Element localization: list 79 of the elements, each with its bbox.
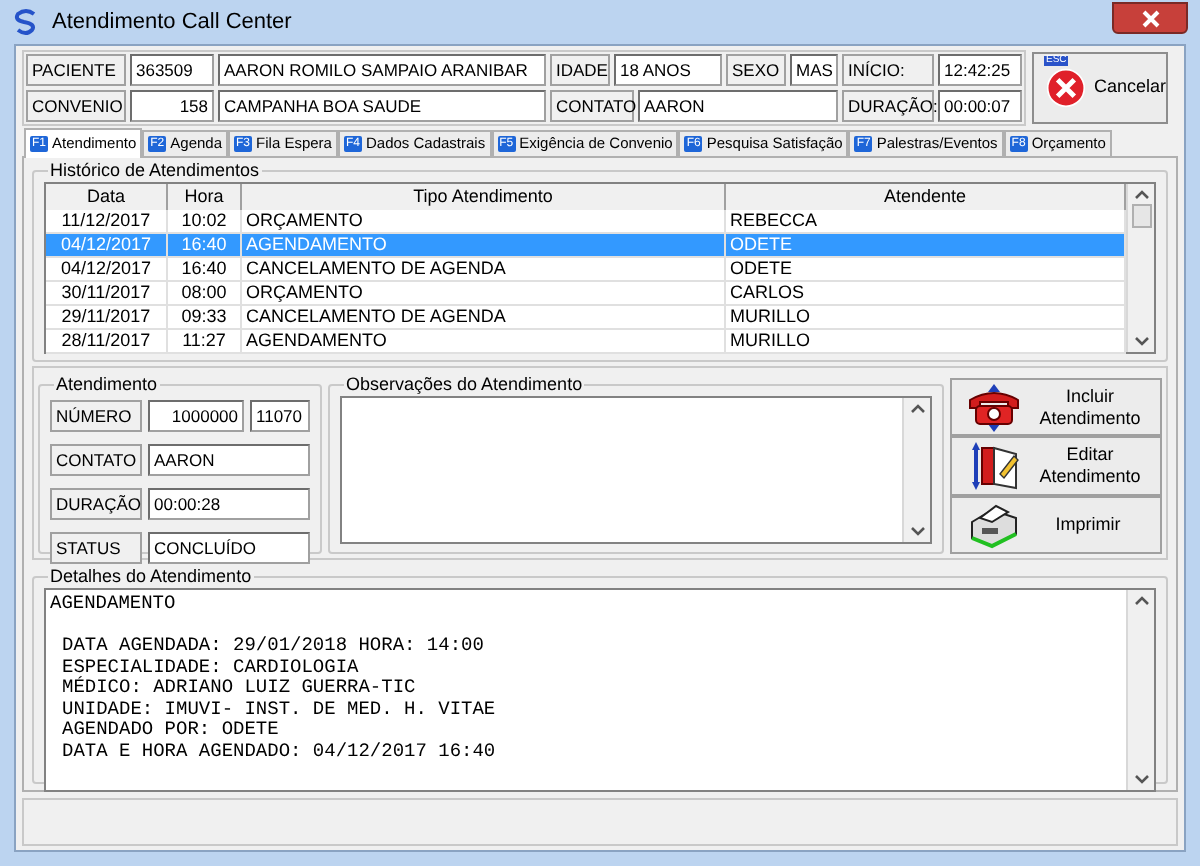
scroll-thumb[interactable] <box>1131 204 1151 228</box>
field-label: CONTATO <box>550 90 634 122</box>
field-value[interactable]: AARON ROMILO SAMPAIO ARANIBAR <box>218 54 546 86</box>
table-cell: 16:40 <box>168 234 242 258</box>
details-line: UNIDADE: IMUVI- INST. DE MED. H. VITAE <box>62 699 498 720</box>
group-title: Detalhes do Atendimento <box>48 564 254 588</box>
table-cell: AGENDAMENTO <box>242 234 726 258</box>
telephone-icon <box>964 381 1024 433</box>
action-button[interactable]: Editar Atendimento <box>950 436 1162 496</box>
table-cell: 16:40 <box>168 258 242 282</box>
table-row[interactable]: 04/12/2017 16:40 CANCELAMENTO DE AGENDA ODETE <box>46 258 1126 282</box>
field-value[interactable]: CONCLUÍDO <box>148 532 310 564</box>
field-label: CONTATO <box>50 444 142 476</box>
field-label: INÍCIO: <box>842 54 934 86</box>
field-label: NÚMERO <box>50 400 142 432</box>
details-heading: AGENDAMENTO <box>50 594 178 615</box>
table-cell: 11:27 <box>168 330 242 354</box>
table-cell: 04/12/2017 <box>46 258 168 282</box>
column-header[interactable]: Data <box>46 184 168 210</box>
scroll-up-icon[interactable] <box>909 402 925 414</box>
field-label: CONVENIO <box>26 90 126 122</box>
field-value[interactable]: CAMPANHA BOA SAUDE <box>218 90 546 122</box>
details-line: DATA E HORA AGENDADO: 04/12/2017 16:40 <box>62 741 498 762</box>
scrollbar[interactable] <box>1126 184 1154 352</box>
field-label: PACIENTE <box>26 54 126 86</box>
close-icon <box>1141 9 1159 27</box>
group-title: Atendimento <box>54 372 160 396</box>
field-label: DURAÇÃO: <box>842 90 934 122</box>
table-cell: 08:00 <box>168 282 242 306</box>
table-cell: 28/11/2017 <box>46 330 168 354</box>
scrollbar[interactable] <box>1126 590 1154 790</box>
scrollbar[interactable] <box>902 398 930 542</box>
window-title: Atendimento Call Center <box>52 7 292 38</box>
details-line: MÉDICO: ADRIANO LUIZ GUERRA-TIC <box>62 678 418 699</box>
field-value[interactable]: AARON <box>148 444 310 476</box>
group-title: Histórico de Atendimentos <box>48 158 262 182</box>
column-header[interactable]: Tipo Atendimento <box>242 184 726 210</box>
table-cell: 09:33 <box>168 306 242 330</box>
table-cell: 30/11/2017 <box>46 282 168 306</box>
table-cell: CANCELAMENTO DE AGENDA <box>242 258 726 282</box>
field-value[interactable]: MAS <box>790 54 838 86</box>
details-line: AGENDADO POR: ODETE <box>62 720 281 741</box>
field-value[interactable]: 18 ANOS <box>614 54 722 86</box>
field-value[interactable]: 00:00:07 <box>938 90 1022 122</box>
scroll-up-icon[interactable] <box>1133 188 1149 200</box>
table-cell: 29/11/2017 <box>46 306 168 330</box>
field-value[interactable]: AARON <box>638 90 838 122</box>
app-logo-icon <box>12 8 40 36</box>
table-cell: ORÇAMENTO <box>242 282 726 306</box>
column-header[interactable]: Atendente <box>726 184 1126 210</box>
group-title: Observações do Atendimento <box>344 372 585 396</box>
field-value[interactable]: 12:42:25 <box>938 54 1022 86</box>
scroll-down-icon[interactable] <box>1133 774 1149 786</box>
field-value[interactable]: 158 <box>130 90 214 122</box>
table-cell: 04/12/2017 <box>46 234 168 258</box>
close-icon <box>1046 66 1086 110</box>
action-button[interactable]: Imprimir <box>950 496 1162 554</box>
field-value[interactable]: 11070 <box>250 400 310 432</box>
scroll-down-icon[interactable] <box>1133 336 1149 348</box>
field-value[interactable]: 363509 <box>130 54 214 86</box>
field-value[interactable]: 1000000 <box>148 400 244 432</box>
action-button[interactable]: Incluir Atendimento <box>950 378 1162 436</box>
column-header[interactable]: Hora <box>168 184 242 210</box>
table-row[interactable]: 29/11/2017 09:33 CANCELAMENTO DE AGENDA MURILLO <box>46 306 1126 330</box>
details-line: DATA AGENDADA: 29/01/2018 HORA: 14:00 <box>62 636 486 657</box>
field-label: DURAÇÃO <box>50 488 142 520</box>
field-value[interactable]: 00:00:28 <box>148 488 310 520</box>
notes-field[interactable] <box>340 396 932 544</box>
table-row[interactable]: 30/11/2017 08:00 ORÇAMENTO CARLOS <box>46 282 1126 306</box>
field-label: SEXO <box>726 54 786 86</box>
table-cell: AGENDAMENTO <box>242 330 726 354</box>
scroll-up-icon[interactable] <box>1133 594 1149 606</box>
table-cell: CANCELAMENTO DE AGENDA <box>242 306 726 330</box>
scroll-down-icon[interactable] <box>909 526 925 538</box>
details-line: ESPECIALIDADE: CARDIOLOGIA <box>62 657 361 677</box>
close-button[interactable] <box>1112 2 1188 34</box>
table-row[interactable]: 28/11/2017 11:27 AGENDAMENTO MURILLO <box>46 330 1126 354</box>
field-label: STATUS <box>50 532 142 564</box>
field-label: IDADE <box>550 54 610 86</box>
